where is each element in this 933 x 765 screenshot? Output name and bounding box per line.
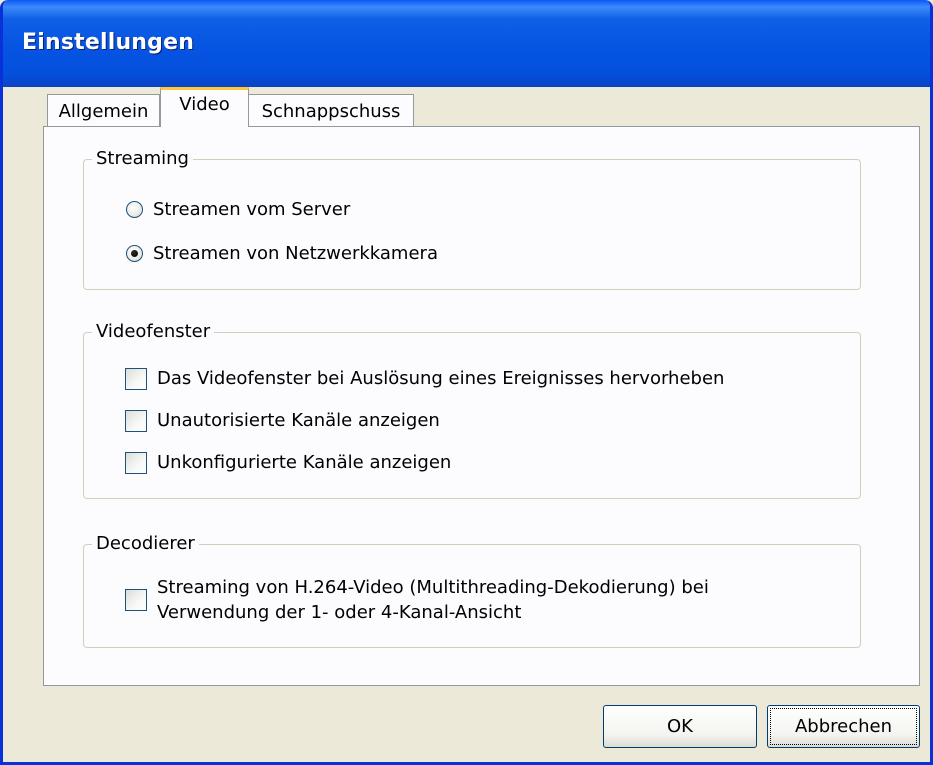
settings-dialog: Einstellungen Allgemein Video Schnappsch… [0,0,933,765]
dialog-client-area: Allgemein Video Schnappschuss Streaming … [3,87,930,762]
checkbox-show-unauthorized-channels[interactable]: Unautorisierte Kanäle anzeigen [125,409,440,433]
cancel-button-label: Abbrechen [770,708,917,745]
window-title: Einstellungen [22,30,195,55]
radio-stream-from-camera-label: Streamen von Netzwerkkamera [153,243,438,264]
checkbox-highlight-on-event[interactable]: Das Videofenster bei Auslösung eines Ere… [125,367,724,391]
decodierer-group: Decodierer Streaming von H.264-Video (Mu… [83,533,861,648]
radio-stream-from-camera[interactable]: Streamen von Netzwerkkamera [126,242,438,266]
radio-stream-from-server[interactable]: Streamen vom Server [126,198,350,222]
videofenster-group: Videofenster Das Videofenster bei Auslös… [83,321,861,499]
title-bar[interactable]: Einstellungen [3,0,930,87]
cancel-button[interactable]: Abbrechen [767,705,920,748]
tab-panel-video: Streaming Streamen vom Server Streamen v… [43,126,920,686]
checkbox-highlight-on-event-label: Das Videofenster bei Auslösung eines Ere… [157,368,725,389]
streaming-group-label: Streaming [92,148,193,170]
checkbox-icon[interactable] [125,452,147,474]
checkbox-show-unconfigured-channels[interactable]: Unkonfigurierte Kanäle anzeigen [125,451,451,475]
checkbox-h264-multithreading-label: Streaming von H.264-Video (Multithreadin… [157,577,709,623]
radio-button-icon[interactable] [126,201,143,218]
checkbox-icon[interactable] [125,368,147,390]
tab-allgemein[interactable]: Allgemein [47,94,160,126]
radio-stream-from-server-label: Streamen vom Server [153,199,351,220]
ok-button[interactable]: OK [603,705,757,748]
streaming-group: Streaming Streamen vom Server Streamen v… [83,148,861,290]
tab-schnappschuss[interactable]: Schnappschuss [248,94,414,126]
radio-button-selected-icon[interactable] [126,245,143,262]
checkbox-show-unconfigured-channels-label: Unkonfigurierte Kanäle anzeigen [157,452,452,473]
checkbox-icon[interactable] [125,589,147,611]
checkbox-h264-multithreading[interactable]: Streaming von H.264-Video (Multithreadin… [125,575,797,625]
checkbox-icon[interactable] [125,410,147,432]
videofenster-group-label: Videofenster [92,321,215,343]
decodierer-group-label: Decodierer [92,533,199,555]
checkbox-show-unauthorized-channels-label: Unautorisierte Kanäle anzeigen [157,410,440,431]
tab-video[interactable]: Video [160,87,249,127]
